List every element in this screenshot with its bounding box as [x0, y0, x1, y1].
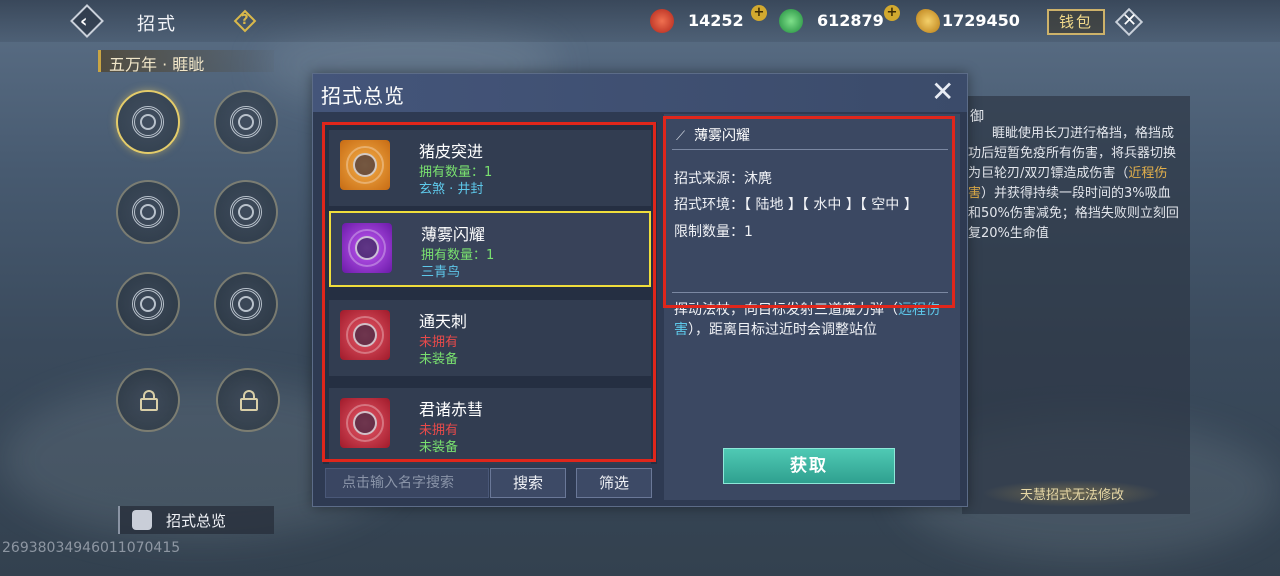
currency-gold: 1729450 [916, 8, 1036, 34]
skill-slot[interactable] [214, 272, 278, 336]
add-jade-currency-button[interactable]: + [884, 5, 900, 21]
cannot-modify-note: 天慧招式无法修改 [982, 480, 1162, 507]
skill-icon [340, 398, 390, 448]
detail-source: 招式来源：沐麂 [674, 171, 772, 187]
detail-skill-name: 薄雾闪耀 [694, 128, 750, 144]
skill-description-panel: 御 睚眦使用长刀进行格挡，格挡成功后短暂免疫所有伤害，将兵器切换为巨轮刃/双刃镖… [962, 96, 1190, 514]
currency-red-value: 14252 [688, 11, 744, 30]
skill-overview-label: 招式总览 [166, 512, 227, 530]
skill-name: 猪皮突进 [419, 142, 484, 161]
description-title: 御 [970, 109, 984, 125]
modal-header: 招式总览 ✕ [313, 74, 967, 112]
skill-card-zhupituji[interactable]: 猪皮突进 拥有数量：1 玄煞 · 井封 [329, 130, 651, 206]
lock-icon [140, 390, 158, 411]
skill-slot[interactable] [116, 272, 180, 336]
skill-icon [342, 223, 392, 273]
blade-icon: ⟋ [676, 129, 686, 144]
realm-label: 五万年 · 睚眦 [109, 55, 205, 74]
lock-icon [240, 390, 258, 411]
skill-owner: 三青鸟 [421, 265, 461, 280]
description-text: 睚眦使用长刀进行格挡，格挡成功后短暂免疫所有伤害，将兵器切换为巨轮刃/双刃镖造成… [968, 126, 1179, 241]
detail-environment: 招式环境：【 陆地 】【 水中 】【 空中 】 [674, 197, 918, 213]
skill-owner: 玄煞 · 井封 [419, 182, 484, 197]
page-title: 招式 [137, 14, 177, 35]
back-arrow-icon: ‹ [80, 11, 88, 32]
jade-orb-icon [779, 9, 803, 33]
skill-slot[interactable] [116, 90, 180, 154]
detail-header: ⟋ 薄雾闪耀 [672, 124, 948, 150]
skill-card-tongtianci[interactable]: 通天刺 未拥有 未装备 [329, 300, 651, 376]
skill-card-junzhuchihui[interactable]: 君诸赤彗 未拥有 未装备 [329, 388, 651, 464]
top-bar: ‹ 招式 ? 14252 + 612879 + 1729450 钱包 ✕ [0, 0, 1280, 42]
help-icon[interactable]: ? [233, 9, 257, 33]
locked-skill-slot[interactable] [116, 368, 180, 432]
skill-overview-button[interactable]: 招式总览 [118, 506, 274, 534]
skill-name: 通天刺 [419, 312, 468, 331]
red-orb-icon [650, 9, 674, 33]
search-button[interactable]: 搜索 [490, 468, 566, 498]
skill-name: 君诸赤彗 [419, 400, 484, 419]
skill-name: 薄雾闪耀 [421, 225, 486, 244]
currency-red: 14252 [650, 8, 760, 34]
skill-icon [340, 310, 390, 360]
filter-button[interactable]: 筛选 [576, 468, 652, 498]
skill-slot[interactable] [214, 180, 278, 244]
skill-card-bowushanyao[interactable]: 薄雾闪耀 拥有数量：1 三青鸟 [329, 211, 651, 287]
overview-icon [132, 510, 152, 530]
skill-slot[interactable] [116, 180, 180, 244]
currency-gold-value: 1729450 [942, 11, 1020, 30]
wallet-button[interactable]: 钱包 [1047, 9, 1105, 35]
not-equipped-label: 未装备 [419, 440, 459, 455]
realm-tag: 五万年 · 睚眦 [98, 50, 274, 74]
skill-overview-modal: 招式总览 ✕ 猪皮突进 拥有数量：1 玄煞 · 井封 薄雾闪耀 拥有数量：1 三… [312, 73, 968, 507]
currency-jade-value: 612879 [817, 11, 884, 30]
search-input[interactable] [325, 468, 489, 498]
close-icon: ✕ [1122, 10, 1138, 31]
player-id: 269380349460110704​15 [2, 540, 181, 556]
modal-title: 招式总览 [321, 84, 405, 108]
back-button[interactable]: ‹ [70, 4, 104, 38]
gold-coin-icon [916, 9, 940, 33]
modal-close-button[interactable]: ✕ [931, 78, 954, 106]
add-red-currency-button[interactable]: + [751, 5, 767, 21]
detail-limit: 限制数量：1 [674, 224, 753, 240]
close-page-button[interactable]: ✕ [1114, 7, 1144, 37]
skill-detail-panel: ⟋ 薄雾闪耀 招式来源：沐麂 招式环境：【 陆地 】【 水中 】【 空中 】 限… [664, 114, 960, 500]
detail-description: 挥动法杖，向目标发射三道魔力弹（远程伤害），距离目标过近时会调整站位 [674, 302, 940, 338]
currency-jade: 612879 [779, 8, 889, 34]
skill-slot[interactable] [214, 90, 278, 154]
skill-icon [340, 140, 390, 190]
not-equipped-label: 未装备 [419, 352, 459, 367]
locked-skill-slot[interactable] [216, 368, 280, 432]
obtain-button[interactable]: 获取 [723, 448, 895, 484]
